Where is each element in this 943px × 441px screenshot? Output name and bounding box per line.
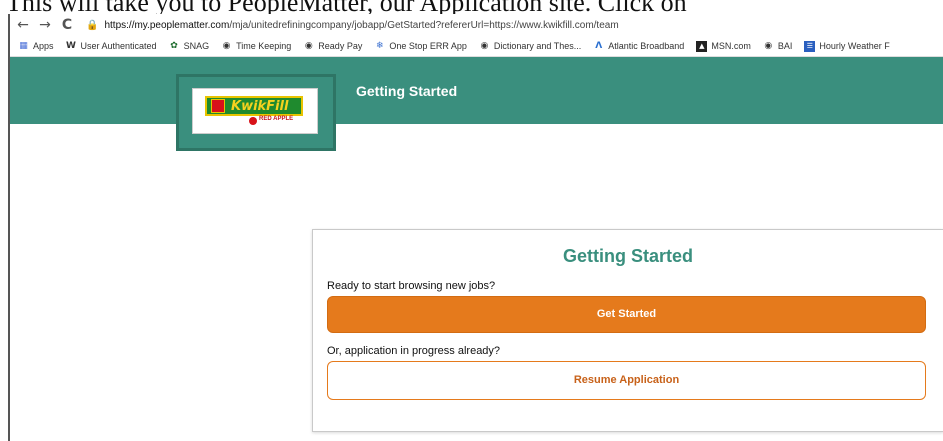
bookmark-user-authenticated[interactable]: W User Authenticated [66, 41, 157, 52]
getting-started-card: Getting Started Ready to start browsing … [312, 229, 943, 432]
bookmark-dictionary[interactable]: ◉ Dictionary and Thes... [479, 41, 581, 52]
logo-mark: KwikFill [205, 96, 303, 116]
bookmark-label: Hourly Weather F [819, 41, 890, 51]
bookmark-label: BAI [777, 41, 793, 51]
logo-brand-text: KwikFill [231, 98, 289, 114]
address-bar: ← → C 🔒 https://my.peoplematter.com/mja/… [10, 14, 943, 36]
bookmark-msn[interactable]: ▲ MSN.com [696, 40, 751, 52]
reload-icon[interactable]: C [58, 17, 76, 33]
atlantic-icon: Λ [595, 40, 603, 51]
new-jobs-prompt: Ready to start browsing new jobs? [327, 280, 496, 292]
url-host: https://my.peoplematter.com [104, 19, 230, 31]
bookmark-apps[interactable]: ▦ Apps [18, 40, 54, 52]
resume-prompt: Or, application in progress already? [327, 345, 501, 357]
snag-icon: ✿ [170, 40, 178, 51]
bookmark-label: One Stop ERR App [389, 41, 467, 51]
logo-panel: KwikFill RED APPLE [193, 89, 317, 133]
bookmark-atlantic-broadband[interactable]: Λ Atlantic Broadband [593, 41, 684, 52]
bookmark-one-stop-err[interactable]: ❄ One Stop ERR App [374, 41, 467, 52]
bookmark-label: Ready Pay [318, 41, 363, 51]
lock-icon: 🔒 [86, 19, 99, 31]
logo-subtext: RED APPLE [259, 116, 294, 122]
snowflake-icon: ❄ [376, 40, 384, 51]
bookmark-label: User Authenticated [80, 41, 157, 51]
globe-icon: ◉ [222, 40, 231, 51]
logo-square-icon [211, 99, 225, 113]
bookmark-time-keeping[interactable]: ◉ Time Keeping [221, 40, 292, 52]
bookmark-label: Atlantic Broadband [608, 41, 685, 51]
w-icon: W [66, 40, 76, 51]
bookmark-snag[interactable]: ✿ SNAG [169, 40, 210, 52]
bookmark-label: MSN.com [711, 41, 751, 51]
page-header-title: Getting Started [356, 83, 458, 99]
forward-icon[interactable]: → [36, 17, 54, 33]
url-path: /mja/unitedrefiningcompany/jobapp/GetSta… [229, 19, 619, 31]
msn-icon: ▲ [696, 40, 708, 52]
bookmark-label: Dictionary and Thes... [493, 41, 582, 51]
back-icon[interactable]: ← [14, 17, 32, 33]
resume-application-button[interactable]: Resume Application [327, 361, 926, 400]
apps-grid-icon: ▦ [19, 40, 28, 51]
bookmark-bai[interactable]: ◉ BAI [763, 40, 793, 52]
bookmark-label: SNAG [183, 41, 210, 51]
dictionary-icon: ◉ [480, 40, 489, 51]
card-title: Getting Started [562, 246, 693, 266]
bookmarks-bar: ▦ Apps W User Authenticated ✿ SNAG ◉ Time Ke… [10, 36, 943, 57]
url-field[interactable]: https://my.peoplematter.com/mja/unitedre… [104, 20, 618, 31]
globe-icon: ◉ [304, 40, 313, 51]
weather-icon: ☰ [804, 40, 816, 52]
globe-icon: ◉ [764, 40, 773, 51]
page-header-band [10, 57, 943, 124]
bookmark-label: Apps [33, 41, 54, 51]
bookmark-hourly-weather[interactable]: ☰ Hourly Weather F [804, 40, 890, 52]
browser-window: ← → C 🔒 https://my.peoplematter.com/mja/… [8, 14, 943, 441]
kwikfill-logo[interactable]: KwikFill RED APPLE [176, 74, 336, 151]
bookmark-ready-pay[interactable]: ◉ Ready Pay [303, 41, 362, 52]
get-started-button[interactable]: Get Started [327, 296, 926, 333]
bookmark-label: Time Keeping [236, 41, 292, 51]
red-apple-icon [249, 117, 257, 125]
